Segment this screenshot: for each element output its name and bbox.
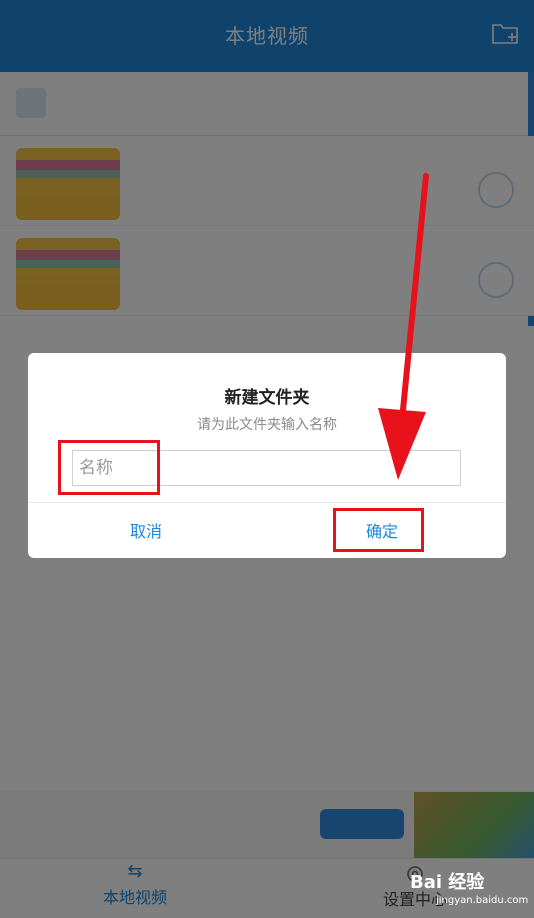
watermark-brand: Bai 经验: [410, 872, 485, 893]
cancel-button[interactable]: 取消: [98, 518, 194, 542]
annotation-arrow-icon: [378, 173, 429, 480]
annotation-box-confirm: [333, 508, 424, 552]
annotation-box-name: [58, 440, 160, 495]
dialog-divider: [28, 502, 506, 503]
watermark-url: jingyan.baidu.com: [436, 895, 529, 906]
